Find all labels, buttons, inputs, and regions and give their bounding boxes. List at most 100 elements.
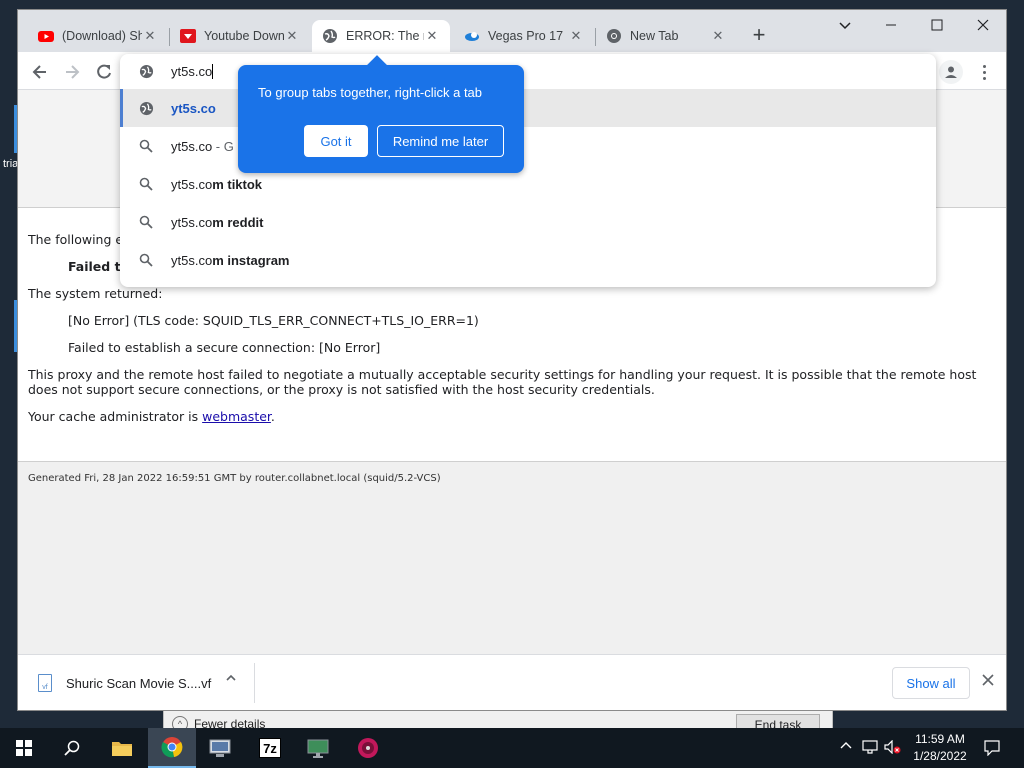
tab-title: New Tab (630, 29, 679, 43)
tab-title: Vegas Pro 17 (488, 29, 564, 43)
globe-icon (323, 29, 337, 43)
search-icon (138, 138, 154, 154)
vegas-taskbar-button[interactable] (344, 728, 392, 768)
search-button[interactable] (48, 728, 96, 768)
cache-admin-prefix: Your cache administrator is (28, 409, 203, 424)
suggestion-item[interactable]: yt5s.com instagram (120, 241, 936, 279)
suggestion-query: yt5s.co (171, 214, 213, 230)
suggestion-item[interactable]: yt5s.com reddit (120, 203, 936, 241)
dot (982, 70, 986, 74)
suggestion-text: yt5s.com reddit (171, 215, 263, 230)
omnibox-value[interactable]: yt5s.co (171, 63, 214, 79)
clock-time: 11:59 AM (915, 732, 965, 746)
suggestion-text: yt5s.com tiktok (171, 177, 262, 192)
dot (982, 76, 986, 80)
clock-date: 1/28/2022 (913, 749, 967, 763)
dot (982, 64, 986, 68)
close-window-button[interactable] (960, 10, 1006, 40)
close-icon[interactable]: ✕ (424, 28, 440, 44)
notification-icon (984, 740, 1000, 757)
suggestion-completion: m reddit (212, 214, 264, 230)
action-center-button[interactable] (984, 740, 1000, 759)
tab-title: Youtube Down (204, 29, 284, 43)
maximize-button[interactable] (914, 10, 960, 40)
minimize-icon (886, 24, 896, 26)
tab-download-sh[interactable]: (Download) Sh ✕ (28, 20, 168, 52)
computer-icon (209, 739, 231, 757)
page-footer: Generated Fri, 28 Jan 2022 16:59:51 GMT … (18, 461, 1006, 654)
generated-footer: Generated Fri, 28 Jan 2022 16:59:51 GMT … (28, 473, 441, 484)
vegas-icon (465, 32, 479, 41)
tab-title: ERROR: The re (346, 29, 424, 43)
suggestion-query: yt5s.co (171, 252, 213, 268)
close-icon[interactable]: ✕ (142, 28, 158, 44)
start-button[interactable] (0, 728, 48, 768)
close-icon[interactable]: ✕ (568, 28, 584, 44)
suggestion-query: yt5s.co (171, 138, 213, 154)
desktop-icon-label[interactable]: tria (3, 158, 18, 170)
new-tab-button[interactable]: + (747, 24, 771, 48)
browser-window: (Download) Sh ✕ Youtube Down ✕ ERROR: Th… (18, 10, 1006, 710)
globe-icon (138, 100, 154, 116)
profile-button[interactable] (939, 60, 963, 84)
selection-indicator (120, 89, 123, 127)
show-hidden-icons-button[interactable] (840, 740, 852, 755)
error-explanation: This proxy and the remote host failed to… (28, 367, 977, 397)
text-caret (212, 63, 214, 79)
network-tray-button[interactable] (862, 740, 878, 757)
youtube-icon (38, 31, 54, 42)
download-heart-icon (180, 29, 196, 43)
arrow-right-icon (66, 65, 80, 79)
chrome-taskbar-button[interactable] (148, 728, 196, 768)
tab-vegas-pro[interactable]: Vegas Pro 17 ✕ (454, 20, 594, 52)
minimize-button[interactable] (868, 10, 914, 40)
close-icon[interactable]: ✕ (284, 28, 300, 44)
network-app-button[interactable] (196, 728, 244, 768)
file-explorer-button[interactable] (98, 728, 146, 768)
download-separator (254, 663, 255, 703)
monitor-icon (307, 739, 329, 758)
tab-error-active[interactable]: ERROR: The re ✕ (312, 20, 450, 52)
omnibox-typed-text: yt5s.co (171, 63, 213, 79)
suggestion-text: yt5s.com instagram (171, 253, 290, 268)
suggestion-query: yt5s.co (171, 176, 213, 192)
back-button[interactable] (28, 60, 52, 84)
system-clock[interactable]: 11:59 AM 1/28/2022 (906, 731, 974, 765)
search-icon (138, 252, 154, 268)
suggestion-completion: m instagram (212, 252, 290, 268)
tab-youtube-down[interactable]: Youtube Down ✕ (170, 20, 310, 52)
suggestion-url: yt5s.co (171, 100, 216, 116)
download-item[interactable]: vf Shuric Scan Movie S....vf (38, 674, 211, 692)
menu-button[interactable] (976, 60, 992, 84)
forward-button[interactable] (60, 60, 84, 84)
monitor-app-button[interactable] (294, 728, 342, 768)
chevron-up-icon (226, 674, 236, 681)
suggestion-text: yt5s.co (171, 101, 216, 116)
close-download-bar-button[interactable] (978, 671, 998, 693)
got-it-button[interactable]: Got it (304, 125, 368, 157)
chrome-icon (607, 29, 621, 43)
tls-error-code: [No Error] (TLS code: SQUID_TLS_ERR_CONN… (68, 313, 479, 328)
show-all-button[interactable]: Show all (892, 667, 970, 699)
download-bar: vf Shuric Scan Movie S....vf Show all (18, 654, 1006, 710)
remind-later-button[interactable]: Remind me later (377, 125, 504, 157)
suggestion-engine: - G (212, 138, 234, 154)
search-icon (64, 740, 80, 756)
tab-search-button[interactable] (822, 10, 868, 40)
promo-message: To group tabs together, right-click a ta… (258, 85, 483, 100)
reload-icon (97, 64, 111, 79)
webmaster-link[interactable]: webmaster (202, 409, 271, 424)
reload-button[interactable] (92, 60, 116, 84)
7zip-button[interactable]: 7z (246, 728, 294, 768)
file-icon: vf (38, 674, 52, 692)
cache-admin-suffix: . (270, 409, 275, 424)
system-returned-label: The system returned: (28, 286, 163, 301)
close-icon[interactable]: ✕ (710, 28, 726, 44)
7zip-icon: 7z (259, 738, 281, 758)
arrow-left-icon (32, 65, 46, 79)
volume-tray-button[interactable] (884, 739, 902, 757)
tab-group-promo: To group tabs together, right-click a ta… (238, 55, 524, 173)
download-options-button[interactable] (222, 672, 240, 692)
tab-new-tab[interactable]: New Tab ✕ (596, 20, 736, 52)
taskbar: 7z 11:59 AM 1/28/2022 (0, 728, 1024, 768)
